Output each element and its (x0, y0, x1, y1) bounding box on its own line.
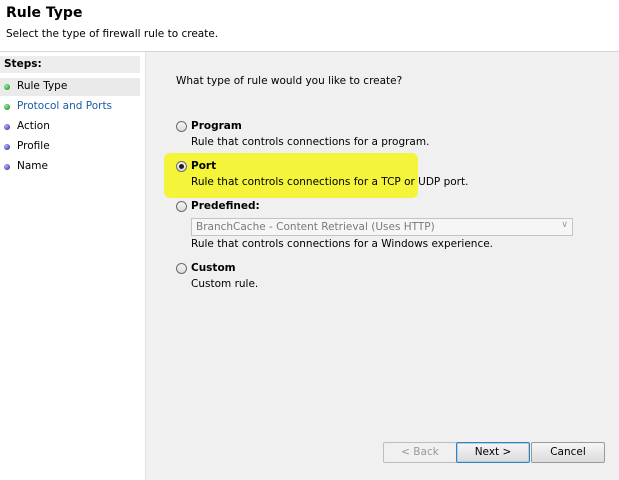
option-description: Rule that controls connections for a Win… (191, 238, 494, 250)
program-radio[interactable] (176, 121, 187, 132)
option-label: Predefined: (191, 200, 260, 212)
step-protocol-and-ports[interactable]: Protocol and Ports (0, 98, 140, 116)
step-status-icon (4, 124, 10, 130)
step-label: Profile (17, 140, 50, 152)
next-button[interactable]: Next > (456, 442, 530, 463)
custom-radio[interactable] (176, 263, 187, 274)
predefined-rule-select[interactable]: BranchCache - Content Retrieval (Uses HT… (191, 218, 573, 236)
step-name[interactable]: Name (0, 158, 140, 176)
step-label: Protocol and Ports (17, 100, 113, 112)
option-label: Program (191, 120, 242, 132)
predefined-select-value: BranchCache - Content Retrieval (Uses HT… (196, 221, 435, 233)
port-radio[interactable] (176, 161, 187, 172)
step-profile[interactable]: Profile (0, 138, 140, 156)
chevron-down-icon: ∨ (561, 220, 568, 230)
step-status-icon (4, 104, 10, 110)
steps-panel: Steps: Rule Type Protocol and Ports Acti… (0, 52, 144, 480)
step-status-icon (4, 84, 10, 90)
option-label: Custom (191, 262, 236, 274)
step-status-icon (4, 164, 10, 170)
steps-title: Steps: (4, 58, 42, 70)
wizard-header: Rule Type Select the type of firewall ru… (0, 0, 619, 51)
step-label: Name (17, 160, 48, 172)
cancel-button[interactable]: Cancel (531, 442, 605, 463)
step-action[interactable]: Action (0, 118, 140, 136)
step-label: Rule Type (17, 80, 68, 92)
option-description: Rule that controls connections for a TCP… (191, 176, 469, 188)
step-status-icon (4, 144, 10, 150)
back-button[interactable]: < Back (383, 442, 457, 463)
option-description: Rule that controls connections for a pro… (191, 136, 430, 148)
rule-type-question: What type of rule would you like to crea… (176, 75, 403, 87)
page-title: Rule Type (6, 5, 83, 21)
option-description: Custom rule. (191, 278, 259, 290)
page-subtitle: Select the type of firewall rule to crea… (6, 28, 219, 40)
wizard-content: What type of rule would you like to crea… (145, 52, 619, 480)
steps-header: Steps: (0, 56, 140, 73)
step-rule-type[interactable]: Rule Type (0, 78, 140, 96)
option-label: Port (191, 160, 217, 172)
step-label: Action (17, 120, 50, 132)
predefined-radio[interactable] (176, 201, 187, 212)
